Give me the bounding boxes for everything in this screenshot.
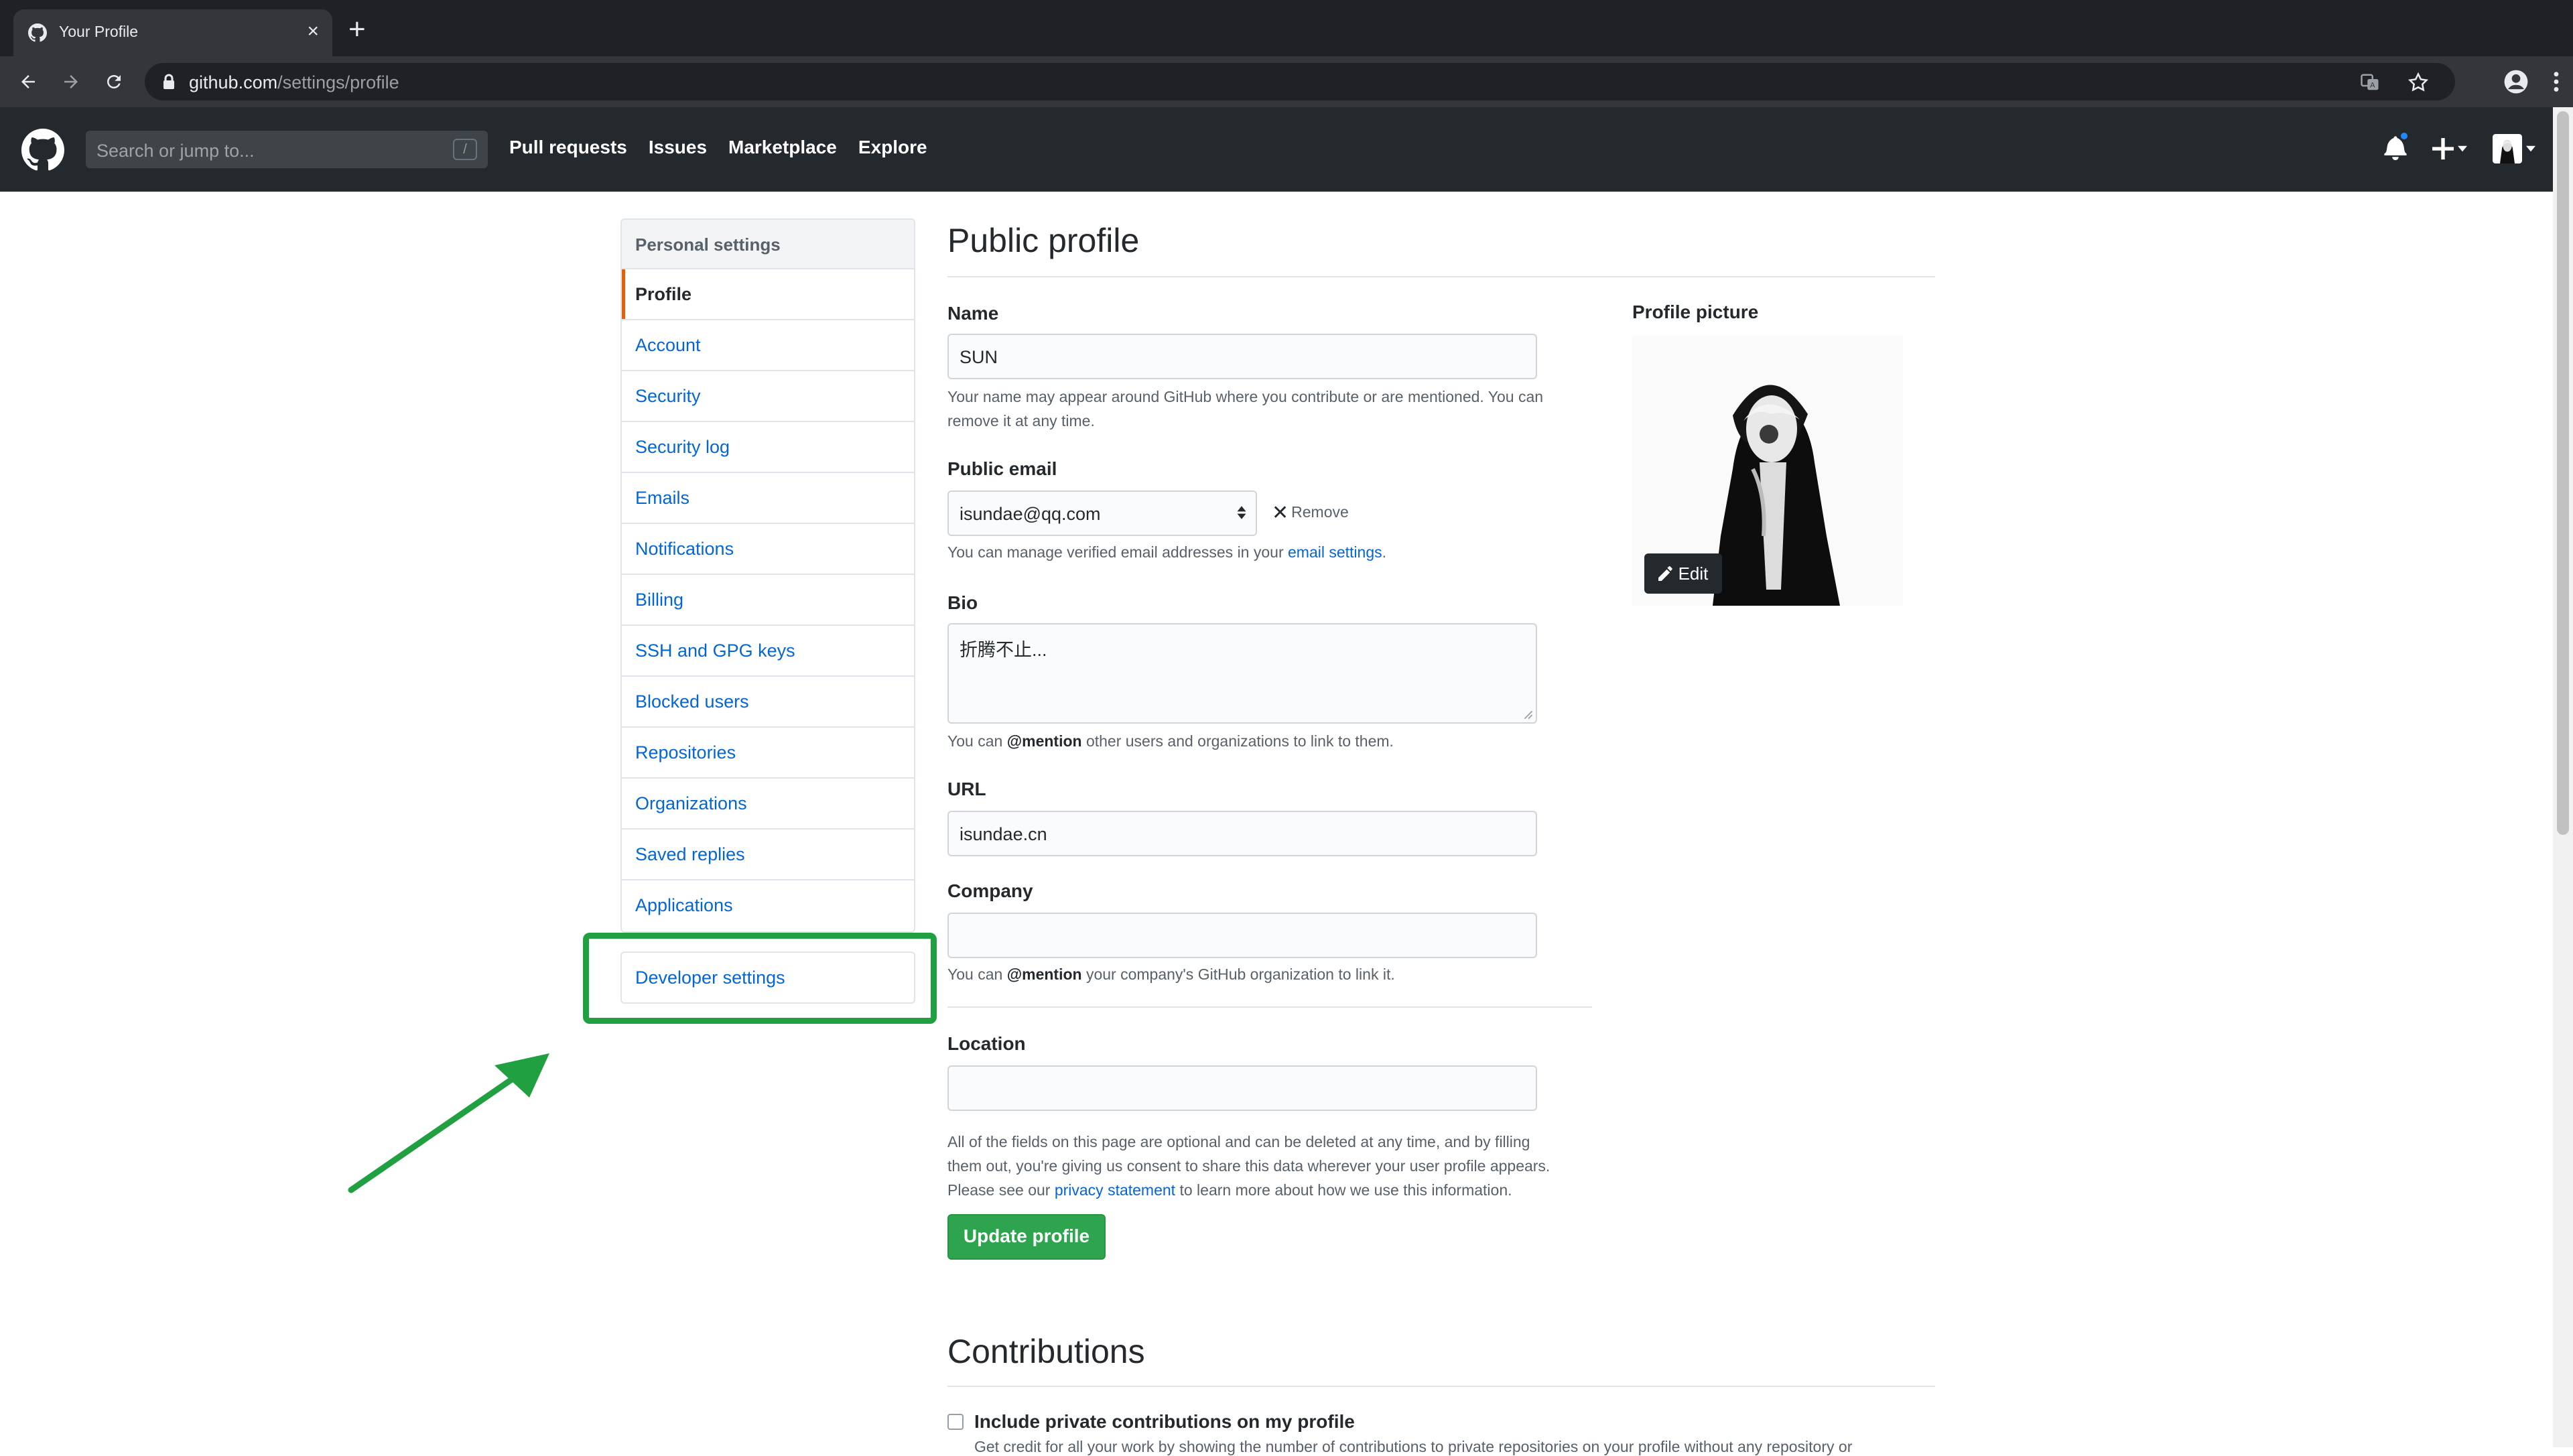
private-contributions-checkbox[interactable] (947, 1414, 964, 1430)
sidebar-item-security-log[interactable]: Security log (622, 422, 914, 473)
menu-dots-icon[interactable] (2553, 70, 2560, 93)
profile-picture-label: Profile picture (1632, 302, 1759, 322)
translate-icon[interactable]: A (2360, 72, 2380, 92)
company-field[interactable] (947, 913, 1537, 958)
github-logo-icon[interactable] (21, 129, 64, 172)
page-scrollbar-thumb[interactable] (2557, 111, 2569, 835)
forward-icon[interactable] (58, 68, 84, 95)
sidebar-item-billing[interactable]: Billing (622, 575, 914, 626)
lock-icon (163, 74, 174, 89)
update-profile-button[interactable]: Update profile (947, 1214, 1106, 1260)
nav-marketplace[interactable]: Marketplace (728, 137, 837, 158)
search-placeholder: Search or jump to... (96, 141, 255, 161)
header-nav: Pull requests Issues Marketplace Explore (509, 137, 927, 158)
location-label: Location (947, 1033, 1026, 1054)
create-new-dropdown[interactable] (2432, 138, 2467, 159)
edit-picture-button[interactable]: Edit (1644, 553, 1722, 594)
github-favicon-icon (28, 23, 47, 42)
sidebar-item-repositories[interactable]: Repositories (622, 728, 914, 779)
public-email-select[interactable]: isundae@qq.com (947, 490, 1257, 536)
contributions-title: Contributions (947, 1333, 1145, 1370)
settings-sidebar: Personal settings Profile Account Securi… (620, 218, 915, 933)
bio-note: You can @mention other users and organiz… (947, 732, 1394, 750)
email-settings-link[interactable]: email settings (1288, 543, 1382, 561)
privacy-disclaimer: All of the fields on this page are optio… (947, 1133, 1551, 1199)
svg-text:A: A (2370, 82, 2375, 90)
bio-label: Bio (947, 592, 978, 613)
pencil-icon (1658, 566, 1673, 581)
company-note: You can @mention your company's GitHub o… (947, 966, 1395, 983)
edit-label: Edit (1678, 563, 1709, 584)
caret-down-icon (2458, 145, 2467, 152)
url-text: github.com/settings/profile (189, 72, 399, 92)
public-email-value: isundae@qq.com (960, 504, 1101, 524)
name-label: Name (947, 303, 999, 324)
name-field[interactable]: SUN (947, 334, 1537, 379)
browser-tab[interactable]: Your Profile × (13, 9, 332, 56)
plus-icon (2432, 138, 2454, 159)
page-title: Public profile (947, 222, 1140, 259)
sidebar-item-profile[interactable]: Profile (622, 269, 914, 320)
notifications-bell-icon[interactable] (2384, 130, 2410, 163)
notification-indicator (2399, 130, 2410, 141)
user-menu-dropdown[interactable] (2493, 134, 2535, 163)
close-icon: ✕ (1272, 502, 1289, 524)
company-label: Company (947, 880, 1033, 901)
browser-toolbar: github.com/settings/profile A (0, 56, 2573, 107)
new-tab-icon[interactable]: + (348, 15, 366, 44)
privacy-statement-link[interactable]: privacy statement (1055, 1181, 1175, 1199)
annotation-highlight-box (583, 933, 937, 1024)
sidebar-item-security[interactable]: Security (622, 371, 914, 422)
sidebar-item-blocked-users[interactable]: Blocked users (622, 677, 914, 728)
address-bar[interactable]: github.com/settings/profile A (145, 63, 2455, 101)
caret-down-icon (2526, 145, 2535, 152)
select-arrows-icon (1237, 506, 1246, 519)
location-field[interactable] (947, 1065, 1537, 1111)
sidebar-item-account[interactable]: Account (622, 320, 914, 371)
nav-explore[interactable]: Explore (858, 137, 927, 158)
remove-email-button[interactable]: ✕ Remove (1272, 501, 1349, 525)
resize-handle-icon[interactable] (1524, 710, 1533, 720)
search-shortcut-key: / (453, 139, 477, 160)
bookmark-star-icon[interactable] (2408, 72, 2428, 92)
title-divider (947, 276, 1935, 277)
annotation-arrow-icon (348, 1053, 549, 1193)
sidebar-item-organizations[interactable]: Organizations (622, 779, 914, 830)
private-contributions-label: Include private contributions on my prof… (974, 1411, 1355, 1432)
bio-textarea[interactable]: 折腾不止... (947, 623, 1537, 724)
nav-pull-requests[interactable]: Pull requests (509, 137, 627, 158)
public-email-label: Public email (947, 458, 1057, 479)
name-note: Your name may appear around GitHub where… (947, 388, 1544, 429)
section-divider (947, 1006, 1592, 1008)
avatar (2493, 134, 2522, 163)
sidebar-item-saved-replies[interactable]: Saved replies (622, 830, 914, 880)
back-icon[interactable] (15, 68, 42, 95)
browser-tabstrip: Your Profile × + (0, 0, 2573, 56)
search-input[interactable]: Search or jump to... / (86, 131, 488, 168)
email-note: You can manage verified email addresses … (947, 543, 1387, 561)
github-header: Search or jump to... / Pull requests Iss… (0, 107, 2573, 192)
sidebar-item-applications[interactable]: Applications (622, 880, 914, 931)
sidebar-item-notifications[interactable]: Notifications (622, 524, 914, 575)
sidebar-item-emails[interactable]: Emails (622, 473, 914, 524)
sidebar-heading: Personal settings (622, 220, 914, 269)
nav-issues[interactable]: Issues (649, 137, 707, 158)
reload-icon[interactable] (101, 68, 127, 95)
tab-title: Your Profile (59, 23, 139, 40)
tab-close-icon[interactable]: × (307, 21, 319, 42)
url-field[interactable]: isundae.cn (947, 811, 1537, 856)
bio-value: 折腾不止... (960, 640, 1047, 660)
sidebar-item-ssh-gpg-keys[interactable]: SSH and GPG keys (622, 626, 914, 677)
contributions-divider (947, 1386, 1935, 1387)
profile-icon[interactable] (2503, 69, 2529, 94)
url-label: URL (947, 779, 986, 799)
